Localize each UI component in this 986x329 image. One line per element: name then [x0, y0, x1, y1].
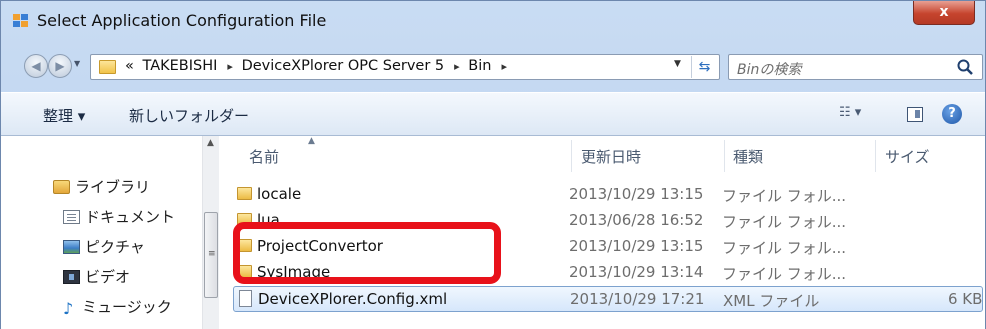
- change-view-button[interactable]: ☷ ▾: [839, 105, 861, 120]
- file-date: 2013/06/28 16:52: [569, 211, 704, 229]
- videos-icon: [63, 270, 80, 284]
- nav-item-label: ドキュメント: [85, 208, 176, 226]
- nav-item-label: ビデオ: [85, 268, 131, 286]
- xml-file-icon: [239, 290, 252, 307]
- column-divider[interactable]: [724, 140, 725, 172]
- address-dropdown-icon[interactable]: ▼: [674, 59, 681, 69]
- app-icon: [13, 14, 29, 28]
- back-button[interactable]: ◀: [24, 54, 48, 78]
- breadcrumb-separator-icon[interactable]: ▸: [454, 60, 460, 73]
- music-icon: ♪: [63, 299, 74, 318]
- column-size[interactable]: サイズ: [885, 146, 930, 167]
- nav-item-library[interactable]: ライブラリ: [53, 176, 150, 198]
- nav-item-documents[interactable]: ドキュメント: [63, 206, 175, 228]
- file-row-locale[interactable]: locale 2013/10/29 13:15 ファイル フォル...: [233, 182, 983, 206]
- column-header: ▲ 名前 更新日時 種類 サイズ: [219, 136, 985, 172]
- help-icon[interactable]: ?: [942, 104, 962, 124]
- file-date: 2013/10/29 17:21: [570, 290, 705, 308]
- breadcrumb-overflow[interactable]: «: [125, 58, 134, 74]
- folder-icon: [237, 187, 252, 200]
- file-date: 2013/10/29 13:14: [569, 263, 704, 281]
- file-date: 2013/10/29 13:15: [569, 237, 704, 255]
- documents-icon: [63, 210, 80, 224]
- forward-button[interactable]: ▶: [48, 54, 72, 78]
- file-size: 6 KB: [948, 290, 983, 308]
- file-name: DeviceXPlorer.Config.xml: [258, 290, 448, 308]
- breadcrumb: « TAKEBISHI ▸ DeviceXPlorer OPC Server 5 ▸…: [125, 58, 511, 74]
- folder-icon: [99, 60, 116, 74]
- file-date: 2013/10/29 13:15: [569, 185, 704, 203]
- address-bar[interactable]: « TAKEBISHI ▸ DeviceXPlorer OPC Server 5 ▸…: [90, 54, 720, 80]
- nav-item-music[interactable]: ♪ ミュージック: [63, 296, 172, 318]
- navigation-pane: ライブラリ ドキュメント ピクチャ ビデオ ♪ ミュージック: [1, 136, 198, 329]
- file-type: ファイル フォル...: [722, 213, 847, 231]
- search-input[interactable]: Binの検索: [728, 54, 983, 80]
- library-icon: [53, 180, 70, 194]
- sort-ascending-icon: ▲: [308, 136, 315, 146]
- column-divider[interactable]: [875, 140, 876, 172]
- breadcrumb-item-bin[interactable]: Bin: [468, 58, 491, 74]
- column-date[interactable]: 更新日時: [581, 146, 641, 167]
- nav-item-videos[interactable]: ビデオ: [63, 266, 130, 288]
- column-name[interactable]: 名前: [249, 146, 279, 167]
- file-type: ファイル フォル...: [722, 187, 847, 205]
- file-type: XML ファイル: [723, 292, 820, 310]
- breadcrumb-item-devicexplorer[interactable]: DeviceXPlorer OPC Server 5: [242, 58, 445, 74]
- breadcrumb-separator-icon[interactable]: ▸: [501, 60, 507, 73]
- search-placeholder: Binの検索: [737, 62, 802, 78]
- file-type: ファイル フォル...: [722, 239, 847, 257]
- title-bar[interactable]: Select Application Configuration File x: [1, 1, 985, 41]
- navigation-scrollbar[interactable]: ▲ ≡: [202, 136, 219, 329]
- scroll-up-icon[interactable]: ▲: [207, 138, 214, 148]
- file-type: ファイル フォル...: [722, 265, 847, 283]
- column-type[interactable]: 種類: [733, 146, 763, 167]
- refresh-button[interactable]: ⇆: [691, 56, 717, 78]
- nav-item-label: ピクチャ: [85, 238, 145, 256]
- command-bar: 整理 ▾ 新しいフォルダー ☷ ▾ ?: [1, 92, 985, 136]
- breadcrumb-separator-icon[interactable]: ▸: [227, 60, 233, 73]
- organize-button[interactable]: 整理 ▾: [43, 105, 85, 126]
- recent-pages-dropdown[interactable]: ▼: [74, 59, 88, 73]
- search-icon[interactable]: [956, 58, 974, 76]
- nav-item-pictures[interactable]: ピクチャ: [63, 236, 145, 258]
- file-row-config-xml[interactable]: DeviceXPlorer.Config.xml 2013/10/29 17:2…: [233, 286, 983, 312]
- red-highlight-box: [233, 222, 501, 284]
- breadcrumb-item-takebishi[interactable]: TAKEBISHI: [142, 58, 217, 74]
- scrollbar-thumb[interactable]: ≡: [204, 212, 218, 298]
- window-title: Select Application Configuration File: [37, 11, 327, 30]
- nav-item-label: ライブラリ: [75, 178, 151, 196]
- column-divider[interactable]: [571, 140, 572, 172]
- file-dialog-window: Select Application Configuration File x …: [0, 0, 986, 329]
- pictures-icon: [63, 240, 80, 254]
- new-folder-button[interactable]: 新しいフォルダー: [129, 105, 249, 126]
- preview-pane-icon[interactable]: [907, 107, 923, 122]
- file-name: locale: [257, 185, 302, 203]
- close-button[interactable]: x: [913, 1, 975, 25]
- nav-item-label: ミュージック: [82, 298, 172, 316]
